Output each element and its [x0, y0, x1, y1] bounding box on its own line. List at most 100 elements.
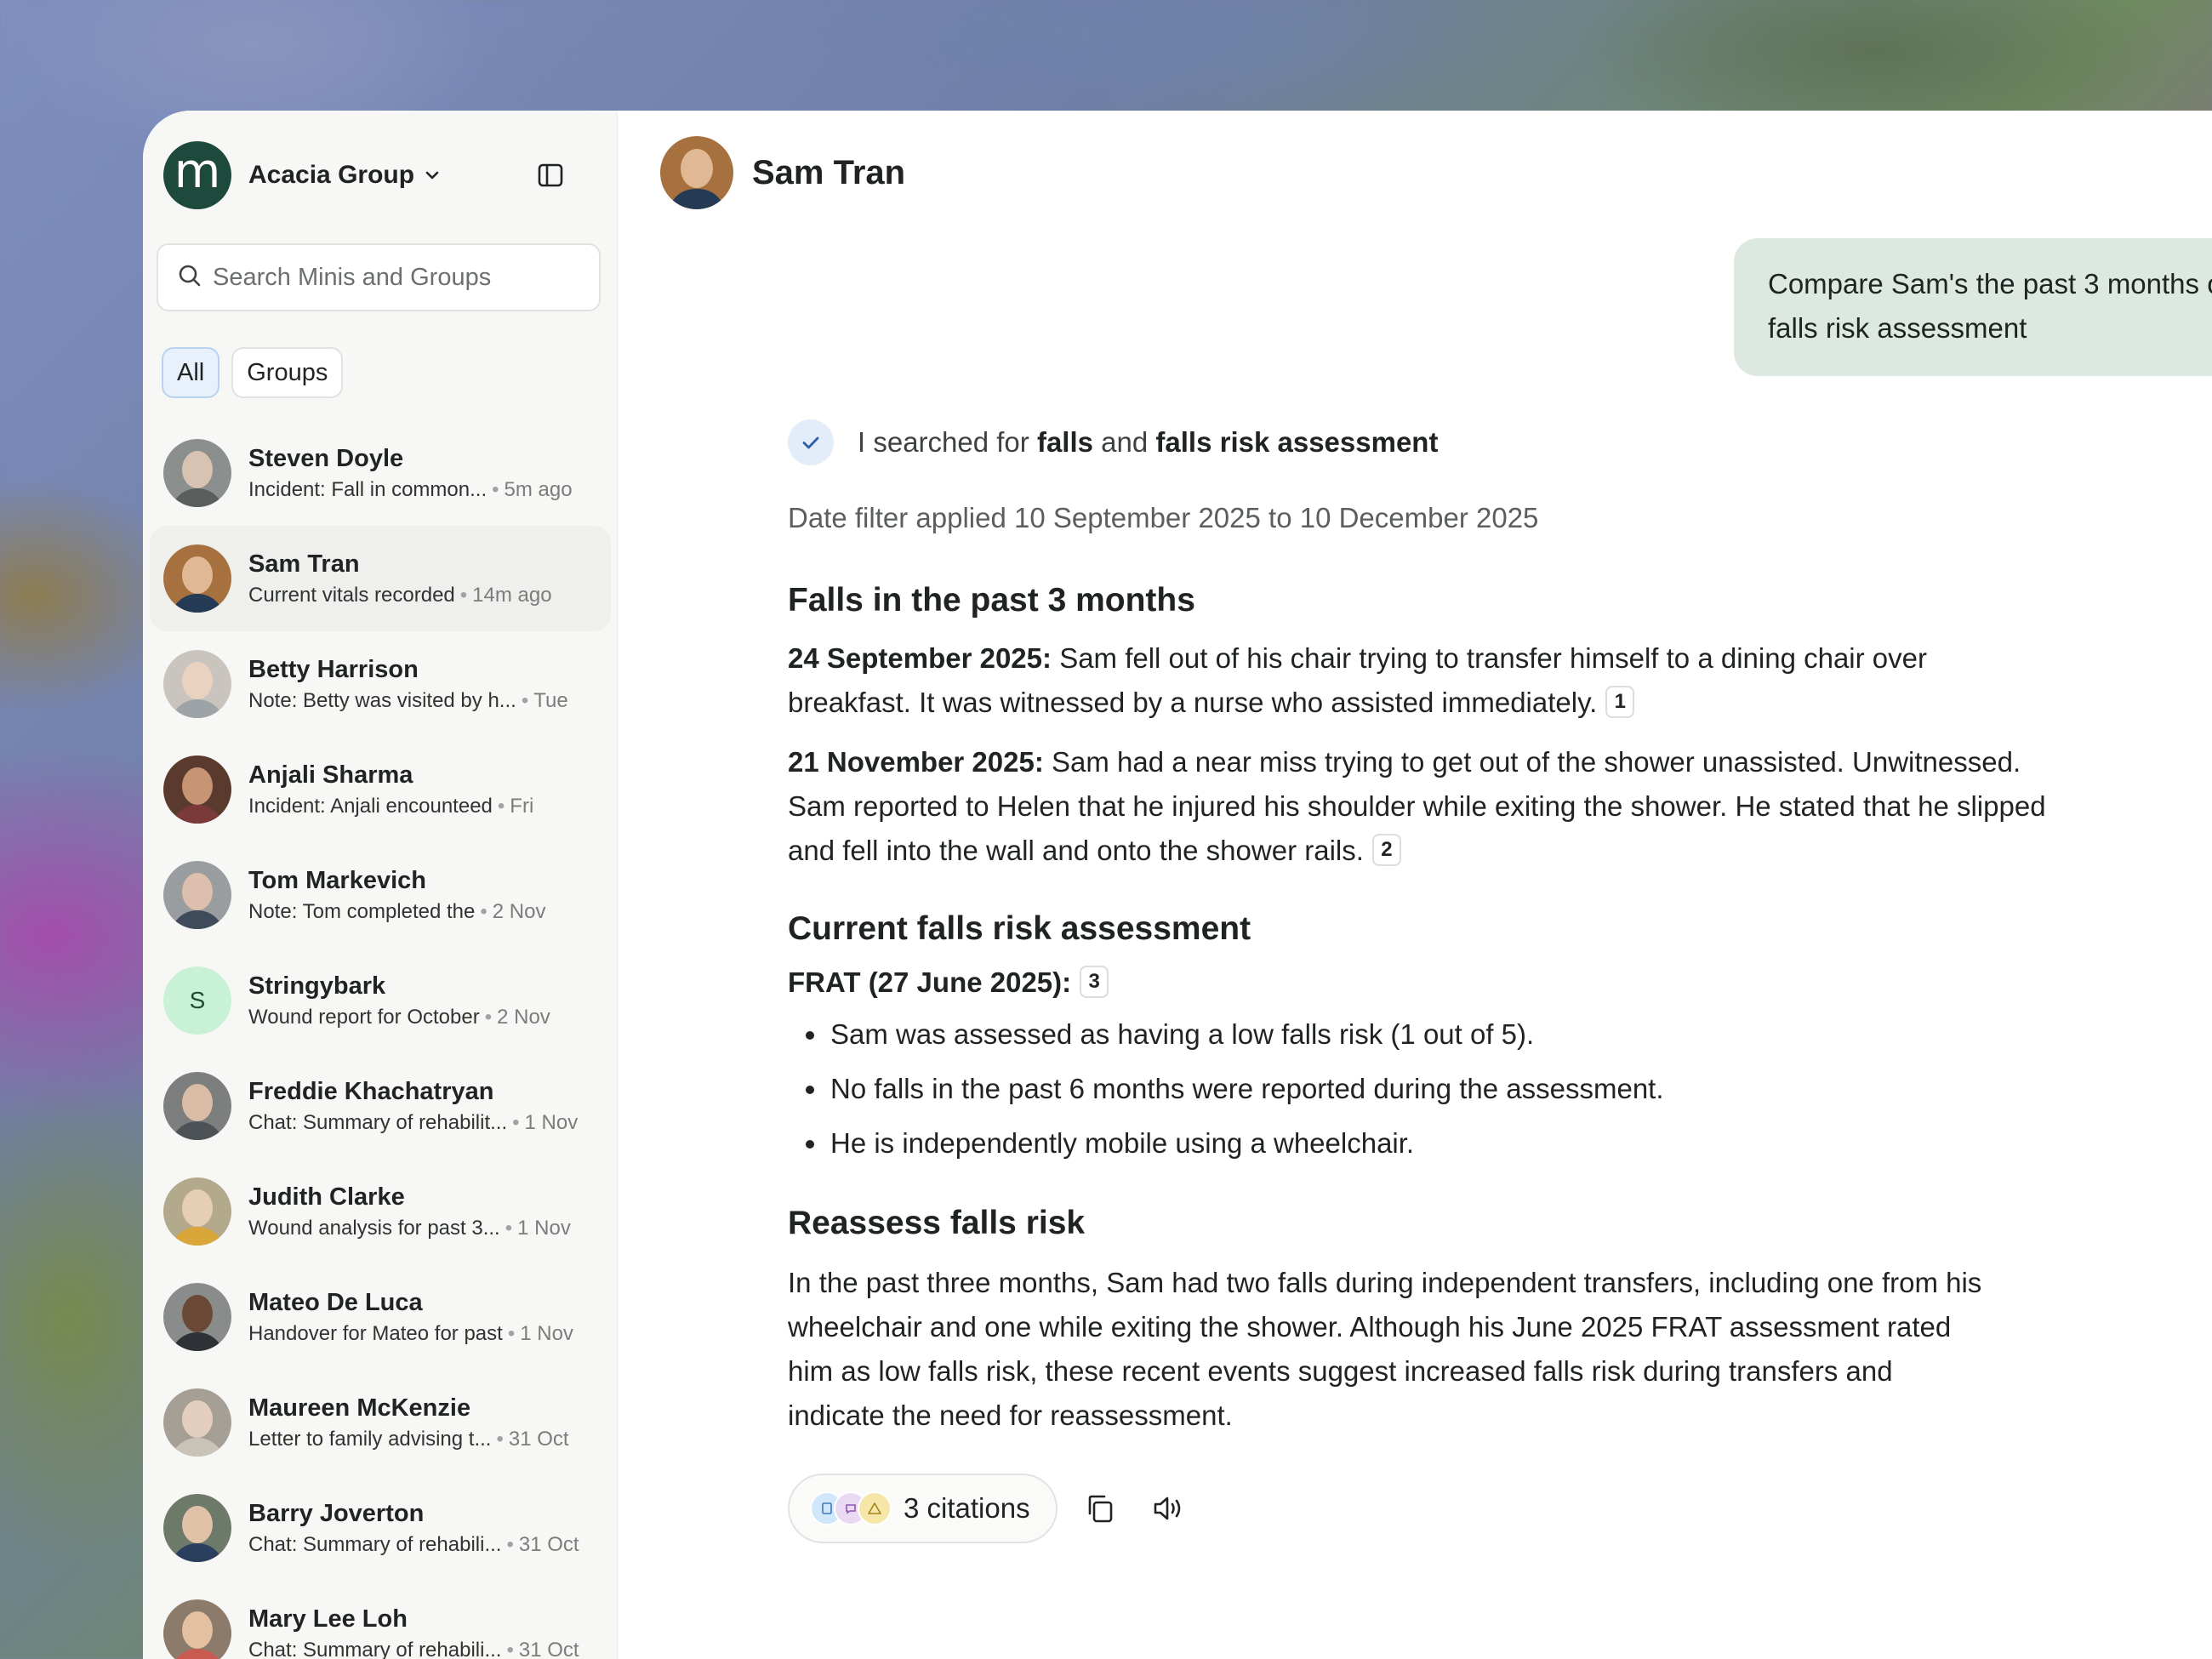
- search-input[interactable]: [213, 263, 570, 292]
- filter-groups[interactable]: Groups: [231, 347, 344, 398]
- contact-name: Anjali Sharma: [248, 761, 413, 789]
- contact-preview: Letter to family advising t...: [248, 1427, 492, 1451]
- citations-label: 3 citations: [904, 1492, 1030, 1525]
- contact-name: Freddie Khachatryan: [248, 1077, 494, 1105]
- contact-time: 14m ago: [472, 583, 552, 607]
- avatar: [163, 544, 231, 613]
- avatar: [163, 1494, 231, 1562]
- check-icon: [788, 419, 834, 465]
- filter-chips: All Groups: [162, 347, 344, 398]
- date-filter-note: Date filter applied 10 September 2025 to…: [788, 502, 1539, 533]
- contact-name: Tom Markevich: [248, 866, 426, 894]
- contact-item-maureen-mckenzie[interactable]: Maureen McKenzie Letter to family advisin…: [150, 1370, 611, 1475]
- header-name: Sam Tran: [752, 153, 906, 191]
- sidebar: m Acacia Group All Groups Steven Doyle In…: [143, 111, 618, 1659]
- contact-name: Maureen McKenzie: [248, 1394, 471, 1422]
- contact-item-mary-lee-loh[interactable]: Mary Lee Loh Chat: Summary of rehabili...…: [150, 1581, 611, 1659]
- citation-badge-2[interactable]: 2: [1371, 834, 1401, 867]
- contact-time: 2 Nov: [492, 899, 546, 923]
- contact-time: Fri: [510, 794, 534, 818]
- header-avatar: [660, 136, 733, 209]
- sidebar-toggle-icon[interactable]: [533, 158, 567, 192]
- avatar: [163, 1388, 231, 1457]
- fall-entry-2: 21 November 2025: Sam had a near miss tr…: [788, 746, 2046, 867]
- contact-time: 1 Nov: [517, 1216, 571, 1240]
- contact-time: Tue: [533, 688, 568, 712]
- list-item: No falls in the past 6 months were repor…: [829, 1062, 2212, 1116]
- contact-preview: Note: Betty was visited by h...: [248, 688, 516, 712]
- contact-item-freddie-khachatryan[interactable]: Freddie Khachatryan Chat: Summary of reha…: [150, 1053, 611, 1159]
- contact-preview: Chat: Summary of rehabili...: [248, 1638, 502, 1659]
- avatar: [163, 1599, 231, 1659]
- contact-time: 1 Nov: [524, 1110, 579, 1134]
- frat-bullet-list: Sam was assessed as having a low falls r…: [788, 1007, 2212, 1171]
- avatar: [163, 1283, 231, 1351]
- contact-name: Judith Clarke: [248, 1183, 405, 1211]
- contact-item-steven-doyle[interactable]: Steven Doyle Incident: Fall in common... •…: [150, 420, 611, 526]
- contact-preview: Handover for Mateo for past: [248, 1321, 503, 1345]
- avatar-initial: S: [189, 987, 206, 1013]
- contact-item-tom-markevich[interactable]: Tom Markevich Note: Tom completed the • 2 N…: [150, 842, 611, 948]
- org-logo: m: [163, 141, 231, 209]
- avatar: [163, 1177, 231, 1246]
- section-title-current-assessment: Current falls risk assessment: [788, 910, 1251, 947]
- section-title-reassess: Reassess falls risk: [788, 1205, 1086, 1242]
- avatar: S: [163, 966, 231, 1035]
- org-switcher[interactable]: m Acacia Group: [163, 141, 596, 209]
- contact-name: Stringybark: [248, 972, 386, 1000]
- user-message: Compare Sam's the past 3 months of falls…: [1734, 238, 2212, 376]
- filter-all[interactable]: All: [162, 347, 220, 398]
- contact-item-judith-clarke[interactable]: Judith Clarke Wound analysis for past 3..…: [150, 1159, 611, 1264]
- contact-preview: Incident: Anjali encounteed: [248, 794, 493, 818]
- contact-item-sam-tran[interactable]: Sam Tran Current vitals recorded • 14m ago: [150, 526, 611, 631]
- contact-item-stringybark[interactable]: S Stringybark Wound report for October • 2 …: [150, 948, 611, 1053]
- chat-header: Sam Tran: [660, 136, 905, 209]
- avatar: [163, 439, 231, 507]
- contact-time: 2 Nov: [497, 1005, 550, 1029]
- contact-time: 1 Nov: [520, 1321, 573, 1345]
- contact-name: Sam Tran: [248, 550, 360, 578]
- contact-preview: Chat: Summary of rehabili...: [248, 1532, 502, 1556]
- copy-icon[interactable]: [1075, 1483, 1126, 1534]
- response-actions: 3 citations: [788, 1474, 2212, 1544]
- avatar: [163, 1072, 231, 1140]
- contact-name: Mary Lee Loh: [248, 1605, 408, 1633]
- chat-panel: Sam Tran Compare Sam's the past 3 months…: [618, 111, 2212, 1659]
- contact-name: Mateo De Luca: [248, 1288, 423, 1316]
- org-name: Acacia Group: [248, 161, 415, 189]
- contact-item-barry-joverton[interactable]: Barry Joverton Chat: Summary of rehabili.…: [150, 1475, 611, 1581]
- contact-preview: Wound report for October: [248, 1005, 480, 1029]
- avatar: [163, 755, 231, 824]
- contact-preview: Current vitals recorded: [248, 583, 455, 607]
- search-status-text: I searched for falls and falls risk asse…: [858, 426, 1439, 458]
- contact-name: Betty Harrison: [248, 655, 419, 683]
- section-title-falls: Falls in the past 3 months: [788, 582, 1195, 619]
- contact-item-mateo-de-luca[interactable]: Mateo De Luca Handover for Mateo for past…: [150, 1264, 611, 1370]
- reassess-paragraph: In the past three months, Sam had two fa…: [788, 1267, 1982, 1432]
- list-item: He is independently mobile using a wheel…: [829, 1116, 2212, 1171]
- frat-label: FRAT (27 June 2025): 3: [788, 966, 2212, 1001]
- avatar: [163, 861, 231, 929]
- citation-badge-3[interactable]: 3: [1080, 966, 1109, 999]
- contact-preview: Wound analysis for past 3...: [248, 1216, 500, 1240]
- assistant-response: I searched for falls and falls risk asse…: [788, 417, 2212, 1544]
- contact-item-anjali-sharma[interactable]: Anjali Sharma Incident: Anjali encounteed…: [150, 737, 611, 842]
- contact-time: 31 Oct: [518, 1532, 579, 1556]
- search-box[interactable]: [157, 243, 601, 311]
- citation-source-icons: [810, 1491, 892, 1526]
- contact-name: Barry Joverton: [248, 1499, 425, 1527]
- search-status: I searched for falls and falls risk asse…: [788, 417, 2212, 468]
- contact-list: Steven Doyle Incident: Fall in common... •…: [150, 420, 611, 1659]
- citations-button[interactable]: 3 citations: [788, 1474, 1058, 1544]
- list-item: Sam was assessed as having a low falls r…: [829, 1007, 2212, 1062]
- contact-preview: Incident: Fall in common...: [248, 477, 487, 501]
- speaker-icon[interactable]: [1143, 1483, 1194, 1534]
- chevron-down-icon[interactable]: [423, 166, 442, 185]
- citation-badge-1[interactable]: 1: [1605, 686, 1635, 719]
- contact-item-betty-harrison[interactable]: Betty Harrison Note: Betty was visited by…: [150, 631, 611, 737]
- app-window: m Acacia Group All Groups Steven Doyle In…: [143, 111, 2212, 1659]
- contact-time: 31 Oct: [508, 1427, 569, 1451]
- contact-time: 5m ago: [504, 477, 573, 501]
- avatar: [163, 650, 231, 718]
- contact-preview: Note: Tom completed the: [248, 899, 476, 923]
